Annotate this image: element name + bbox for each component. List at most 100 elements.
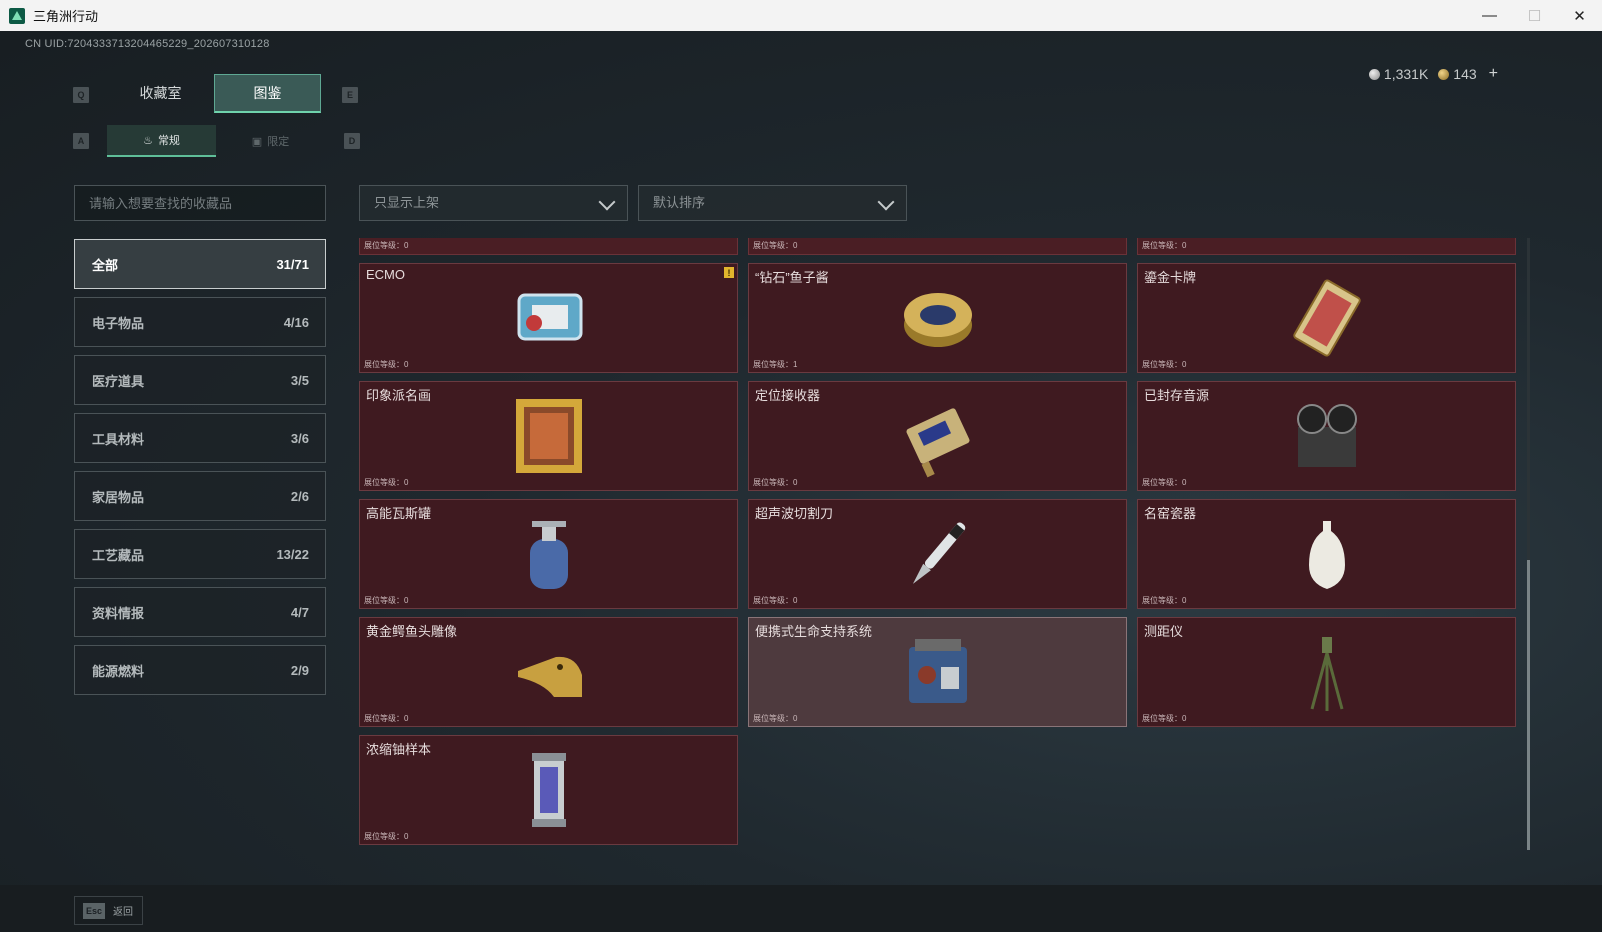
category-count: 3/5 (290, 372, 309, 388)
reel-recorder-icon (1282, 391, 1372, 481)
category-intel[interactable]: 资料情报 4/7 (74, 587, 326, 637)
porcelain-vase-icon (1282, 509, 1372, 599)
category-all[interactable]: 全部 31/71 (74, 239, 326, 289)
item-level: 展位等级：0 (753, 596, 798, 605)
item-name: 鎏金卡牌 (1144, 270, 1197, 285)
item-card[interactable]: “钻石”鱼子酱 展位等级：1 (748, 263, 1127, 373)
category-count: 31/71 (276, 256, 309, 272)
minimize-button[interactable]: — (1467, 0, 1512, 31)
item-level: 展位等级：0 (364, 596, 409, 605)
item-level: 展位等级：0 (364, 360, 409, 369)
item-card-partial[interactable]: 展位等级：0 (748, 238, 1127, 255)
uranium-canister-icon (504, 745, 594, 835)
category-crafts[interactable]: 工艺藏品 13/22 (74, 529, 326, 579)
item-card[interactable]: 名窑瓷器 展位等级：0 (1137, 499, 1516, 609)
item-card[interactable]: 便携式生命支持系统 展位等级：0 (748, 617, 1127, 727)
bottom-bar (0, 885, 1602, 932)
maximize-button[interactable]: ☐ (1512, 0, 1557, 31)
gold-amount: 143 (1453, 66, 1477, 82)
chevron-down-icon (598, 193, 616, 211)
gold-crocodile-icon (504, 627, 594, 717)
chevron-down-icon (877, 193, 895, 211)
key-hint-q: Q (73, 87, 89, 103)
category-list: 全部 31/71 电子物品 4/16 医疗道具 3/5 工具材料 3/6 家居物品 2/6… (74, 239, 326, 703)
item-card-partial[interactable]: 展位等级：0 (1137, 238, 1516, 255)
item-card[interactable]: ECMO! 展位等级：0 (359, 263, 738, 373)
silver-amount: 1,331K (1383, 66, 1429, 82)
flame-icon: ♨ (143, 134, 153, 147)
ultrasonic-cutter-icon (893, 509, 983, 599)
window-title: 三角洲行动 (33, 9, 99, 24)
shelf-filter-dropdown[interactable]: 只显示上架 (359, 185, 628, 221)
gps-receiver-icon (893, 391, 983, 481)
currency-bar: 1,331K 143 + (1304, 63, 1538, 85)
category-electronics[interactable]: 电子物品 4/16 (74, 297, 326, 347)
subtab-limited-label: 限定 (267, 136, 290, 148)
category-count: 4/7 (290, 604, 309, 620)
item-card[interactable]: 浓缩铀样本 展位等级：0 (359, 735, 738, 845)
item-card[interactable]: 定位接收器 展位等级：0 (748, 381, 1127, 491)
item-card[interactable]: 高能瓦斯罐展位等级：0 (359, 499, 738, 609)
back-button[interactable]: Esc 返回 (74, 896, 143, 925)
grid-scrollbar[interactable] (1527, 238, 1530, 850)
category-tools[interactable]: 工具材料 3/6 (74, 413, 326, 463)
window-titlebar: 三角洲行动 — ☐ ✕ (0, 0, 1602, 31)
collection-grid: 展位等级：0 展位等级：0 展位等级：0 ECMO! 展位等级：0 “钻石”鱼子酱展… (359, 238, 1519, 850)
rangefinder-icon (1282, 627, 1372, 717)
category-label: 全部 (92, 257, 119, 273)
subtab-limited[interactable]: ▣ 限定 (216, 125, 325, 157)
sub-tabs: ♨ 常规 ▣ 限定 (107, 125, 325, 157)
close-button[interactable]: ✕ (1557, 0, 1602, 31)
item-level: 展位等级：0 (364, 714, 409, 723)
search-input[interactable] (74, 185, 326, 221)
item-name: 超声波切割刀 (755, 506, 834, 521)
item-level: 展位等级：0 (364, 478, 409, 487)
frame-icon: ▣ (251, 135, 263, 148)
item-level: 展位等级：0 (1142, 360, 1187, 369)
category-label: 工具材料 (92, 431, 145, 447)
tab-collection-room[interactable]: 收藏室 (107, 74, 214, 113)
category-count: 3/6 (290, 430, 309, 446)
category-household[interactable]: 家居物品 2/6 (74, 471, 326, 521)
window-controls: — ☐ ✕ (1467, 0, 1602, 31)
item-name: 高能瓦斯罐 (366, 506, 432, 521)
item-name: ECMO (366, 267, 405, 282)
item-name: 名窑瓷器 (1144, 506, 1197, 521)
tab-codex[interactable]: 图鉴 (214, 74, 321, 113)
category-count: 13/22 (276, 546, 309, 562)
item-name: 已封存音源 (1144, 388, 1210, 403)
item-card-partial[interactable]: 展位等级：0 (359, 238, 738, 255)
category-label: 家居物品 (92, 489, 145, 505)
sort-dropdown[interactable]: 默认排序 (638, 185, 907, 221)
category-label: 电子物品 (92, 315, 145, 331)
category-label: 资料情报 (92, 605, 145, 621)
shelf-filter-value: 只显示上架 (374, 195, 440, 210)
scrollbar-thumb[interactable] (1527, 560, 1530, 850)
back-label: 返回 (113, 907, 133, 918)
item-card[interactable]: 超声波切割刀展位等级：0 (748, 499, 1127, 609)
gilded-card-icon (1282, 273, 1372, 363)
item-name: 印象派名画 (366, 388, 432, 403)
category-count: 4/16 (283, 314, 309, 330)
item-card[interactable]: 鎏金卡牌展位等级：0 (1137, 263, 1516, 373)
category-medical[interactable]: 医疗道具 3/5 (74, 355, 326, 405)
category-fuel[interactable]: 能源燃料 2/9 (74, 645, 326, 695)
category-count: 2/6 (290, 488, 309, 504)
item-level: 展位等级：0 (753, 478, 798, 487)
item-card[interactable]: 黄金鳄鱼头雕像 展位等级：0 (359, 617, 738, 727)
ecmo-machine-icon (504, 273, 594, 363)
subtab-regular[interactable]: ♨ 常规 (107, 125, 216, 157)
item-card[interactable]: 已封存音源 展位等级：0 (1137, 381, 1516, 491)
add-currency-button[interactable]: + (1489, 65, 1498, 83)
caviar-tin-icon (893, 273, 983, 363)
item-card[interactable]: 印象派名画展位等级：0 (359, 381, 738, 491)
item-card[interactable]: 测距仪 展位等级：0 (1137, 617, 1516, 727)
category-label: 医疗道具 (92, 373, 145, 389)
category-label: 能源燃料 (92, 663, 145, 679)
app-logo-icon (9, 7, 25, 24)
gold-coin-icon (1438, 69, 1450, 80)
gas-canister-icon (504, 509, 594, 599)
key-hint-d: D (344, 133, 360, 149)
key-hint-a: A (73, 133, 89, 149)
item-level: 展位等级：1 (753, 360, 798, 369)
